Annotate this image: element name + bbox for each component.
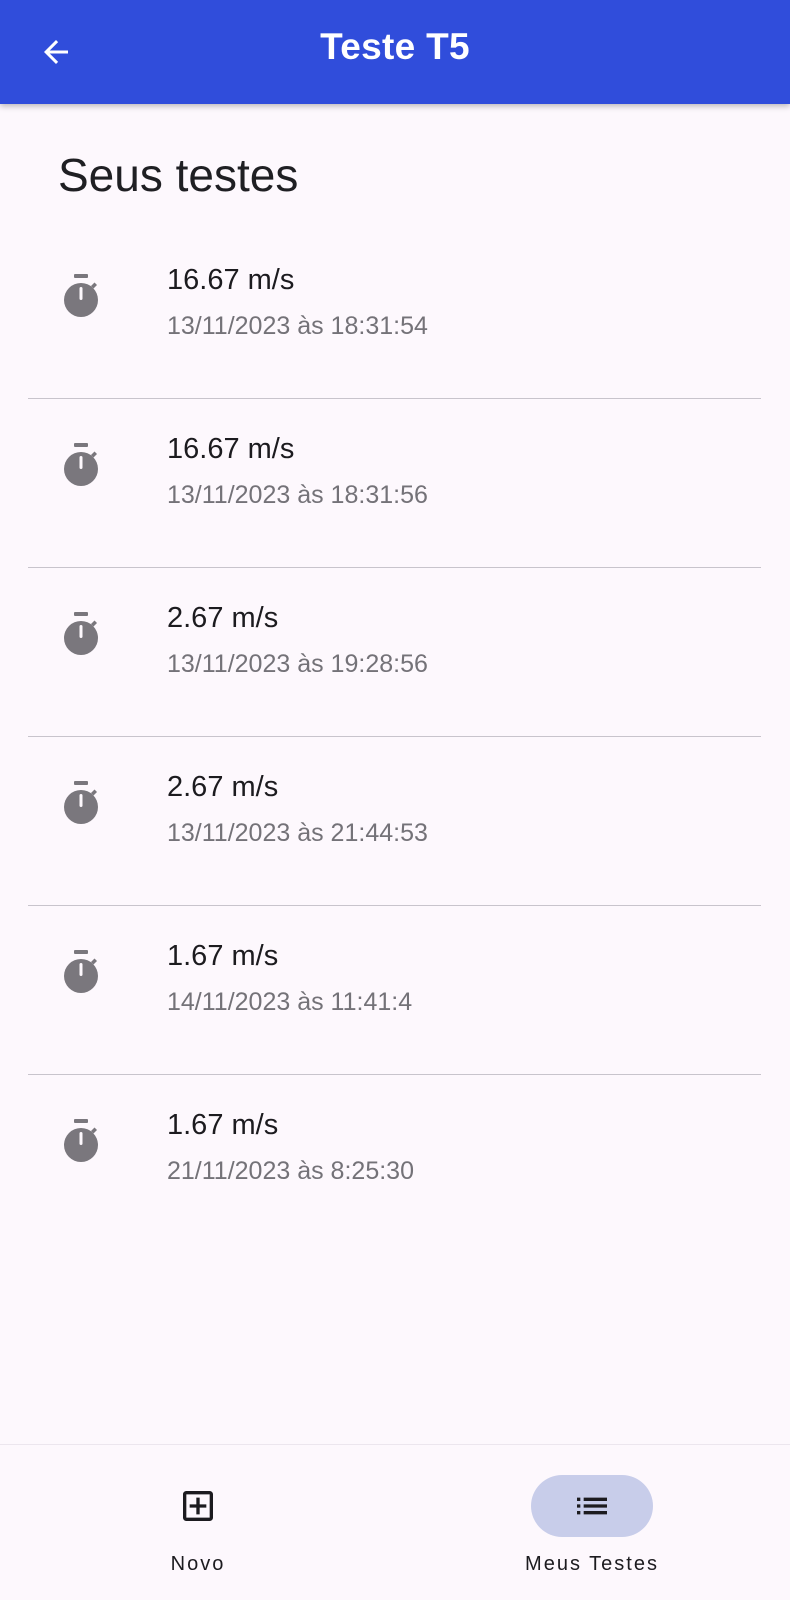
stopwatch-icon: [64, 781, 98, 824]
add-box-icon: [183, 1491, 213, 1521]
test-speed: 1.67 m/s: [167, 1109, 279, 1141]
stopwatch-icon: [64, 443, 98, 486]
test-list-item[interactable]: 1.67 m/s 14/11/2023 às 11:41:4: [28, 906, 761, 1075]
stopwatch-icon: [64, 274, 98, 317]
test-datetime: 13/11/2023 às 21:44:53: [167, 819, 428, 847]
test-speed: 1.67 m/s: [167, 940, 279, 972]
stopwatch-icon: [64, 1119, 98, 1162]
test-datetime: 13/11/2023 às 18:31:56: [167, 481, 428, 509]
app-screen: Teste T5 Seus testes 16.67 m/s 13/11/202…: [0, 0, 790, 1600]
page-title: Seus testes: [58, 149, 299, 201]
test-datetime: 13/11/2023 às 18:31:54: [167, 312, 428, 340]
nav-item-meus-testes[interactable]: Meus Testes: [472, 1445, 712, 1600]
test-list-item[interactable]: 16.67 m/s 13/11/2023 às 18:31:54: [28, 230, 761, 399]
test-list-item[interactable]: 16.67 m/s 13/11/2023 às 18:31:56: [28, 399, 761, 568]
test-datetime: 14/11/2023 às 11:41:4: [167, 988, 413, 1016]
test-speed: 2.67 m/s: [167, 602, 279, 634]
nav-label: Meus Testes: [525, 1553, 659, 1575]
tests-list: 16.67 m/s 13/11/2023 às 18:31:54 16.67 m…: [28, 230, 761, 1244]
app-title: Teste T5: [320, 26, 470, 67]
test-speed: 16.67 m/s: [167, 264, 295, 296]
main-content: Seus testes 16.67 m/s 13/11/2023 às 18:3…: [0, 104, 790, 1444]
nav-indicator: [137, 1475, 259, 1537]
top-app-bar: Teste T5: [0, 0, 790, 104]
test-list-item[interactable]: 1.67 m/s 21/11/2023 às 8:25:30: [28, 1075, 761, 1244]
nav-active-indicator: [531, 1475, 653, 1537]
nav-label: Novo: [170, 1553, 226, 1575]
stopwatch-icon: [64, 950, 98, 993]
stopwatch-icon: [64, 612, 98, 655]
bottom-navigation: Novo Meus Testes: [0, 1444, 790, 1600]
list-icon: [577, 1497, 607, 1515]
test-datetime: 13/11/2023 às 19:28:56: [167, 650, 428, 678]
test-list-item[interactable]: 2.67 m/s 13/11/2023 às 21:44:53: [28, 737, 761, 906]
nav-item-novo[interactable]: Novo: [78, 1445, 318, 1600]
test-list-item[interactable]: 2.67 m/s 13/11/2023 às 19:28:56: [28, 568, 761, 737]
test-speed: 16.67 m/s: [167, 433, 295, 465]
test-speed: 2.67 m/s: [167, 771, 279, 803]
test-datetime: 21/11/2023 às 8:25:30: [167, 1157, 414, 1185]
